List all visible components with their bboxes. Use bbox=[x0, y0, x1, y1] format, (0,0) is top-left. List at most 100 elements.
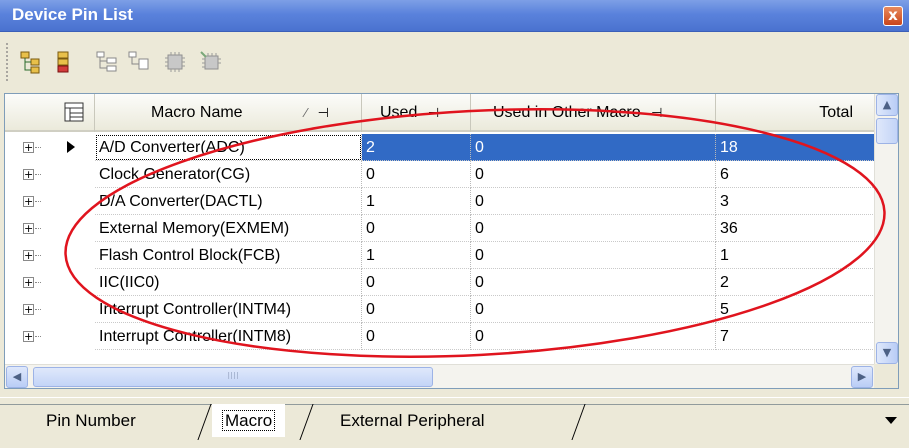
scroll-down-button[interactable]: ▼ bbox=[876, 342, 898, 364]
tree-connector bbox=[35, 228, 41, 229]
cell-other[interactable]: 0 bbox=[471, 161, 716, 188]
cell-total[interactable]: 5 bbox=[716, 296, 875, 323]
tree-connector bbox=[35, 309, 41, 310]
tree-connector bbox=[35, 255, 41, 256]
cell-name[interactable]: IIC(IIC0) bbox=[95, 269, 362, 296]
cell-other[interactable]: 0 bbox=[471, 134, 716, 161]
chip-all-button[interactable] bbox=[196, 47, 226, 77]
column-chooser-icon bbox=[64, 102, 84, 122]
cell-used[interactable]: 0 bbox=[362, 296, 471, 323]
table-row[interactable]: + IIC(IIC0) 0 0 2 bbox=[5, 269, 875, 296]
tree-connector bbox=[35, 336, 41, 337]
cell-used[interactable]: 0 bbox=[362, 215, 471, 242]
table-row[interactable]: + Flash Control Block(FCB) 1 0 1 bbox=[5, 242, 875, 269]
tab-pin-number-label: Pin Number bbox=[46, 411, 136, 430]
collapse-tree-button[interactable] bbox=[48, 47, 78, 77]
tab-separator bbox=[571, 404, 586, 440]
macro-grid: Macro Name ⁄ ⊣ Used ⊣ Used in Other Macr… bbox=[4, 93, 899, 389]
expand-icon[interactable]: + bbox=[23, 142, 34, 153]
collapse-tree-icon bbox=[57, 51, 69, 73]
tree-detail-button[interactable] bbox=[124, 47, 154, 77]
table-row[interactable]: + Interrupt Controller(INTM8) 0 0 7 bbox=[5, 323, 875, 350]
device-pin-list-window: Device Pin List x Macro Name ⁄ ⊣ Used ⊣ … bbox=[0, 0, 909, 448]
cell-name[interactable]: Interrupt Controller(INTM8) bbox=[95, 323, 362, 350]
cell-used[interactable]: 0 bbox=[362, 161, 471, 188]
cell-used[interactable]: 0 bbox=[362, 323, 471, 350]
horizontal-scroll-thumb[interactable]: IIII bbox=[33, 367, 433, 387]
tab-list-dropdown-icon[interactable] bbox=[885, 417, 897, 424]
expand-tree-icon bbox=[20, 51, 40, 74]
cell-used[interactable]: 0 bbox=[362, 269, 471, 296]
cell-name[interactable]: Clock Generator(CG) bbox=[95, 161, 362, 188]
cell-total[interactable]: 1 bbox=[716, 242, 875, 269]
cell-total[interactable]: 6 bbox=[716, 161, 875, 188]
column-header-total[interactable]: Total bbox=[716, 94, 875, 132]
expand-icon[interactable]: + bbox=[23, 331, 34, 342]
cell-other[interactable]: 0 bbox=[471, 269, 716, 296]
tab-separator bbox=[197, 404, 212, 440]
cell-other[interactable]: 0 bbox=[471, 323, 716, 350]
scroll-right-button[interactable]: ▶ bbox=[851, 366, 873, 388]
horizontal-scrollbar[interactable]: ◀ IIII ▶ bbox=[5, 364, 875, 388]
column-header-macro-name[interactable]: Macro Name ⁄ ⊣ bbox=[95, 94, 362, 132]
expand-tree-button[interactable] bbox=[16, 47, 46, 77]
pin-icon[interactable]: ⊣ bbox=[318, 94, 329, 132]
cell-used[interactable]: 1 bbox=[362, 242, 471, 269]
expand-icon[interactable]: + bbox=[23, 196, 34, 207]
cell-total[interactable]: 36 bbox=[716, 215, 875, 242]
current-row-indicator-icon bbox=[67, 141, 75, 153]
cell-other[interactable]: 0 bbox=[471, 242, 716, 269]
cell-total[interactable]: 7 bbox=[716, 323, 875, 350]
table-row[interactable]: + Interrupt Controller(INTM4) 0 0 5 bbox=[5, 296, 875, 323]
cell-total[interactable]: 18 bbox=[716, 134, 875, 161]
table-row[interactable]: + External Memory(EXMEM) 0 0 36 bbox=[5, 215, 875, 242]
tab-external-peripheral[interactable]: External Peripheral bbox=[330, 404, 495, 437]
tree-connector bbox=[35, 282, 41, 283]
scrollbar-corner bbox=[874, 364, 898, 388]
tree-view-button[interactable] bbox=[92, 47, 122, 77]
vertical-scroll-thumb[interactable] bbox=[876, 118, 898, 144]
tab-external-peripheral-label: External Peripheral bbox=[340, 411, 485, 430]
cell-used[interactable]: 2 bbox=[362, 134, 471, 161]
cell-other[interactable]: 0 bbox=[471, 215, 716, 242]
cell-name[interactable]: Flash Control Block(FCB) bbox=[95, 242, 362, 269]
tree-connector bbox=[35, 201, 41, 202]
expand-icon[interactable]: + bbox=[23, 250, 34, 261]
tab-macro[interactable]: Macro bbox=[212, 404, 286, 437]
scroll-up-button[interactable]: ▲ bbox=[876, 94, 898, 116]
expand-icon[interactable]: + bbox=[23, 304, 34, 315]
cell-total[interactable]: 2 bbox=[716, 269, 875, 296]
pin-icon[interactable]: ⊣ bbox=[651, 94, 662, 132]
column-header-used[interactable]: Used ⊣ bbox=[362, 94, 471, 132]
expand-icon[interactable]: + bbox=[23, 223, 34, 234]
tree-connector bbox=[35, 174, 41, 175]
grid-header: Macro Name ⁄ ⊣ Used ⊣ Used in Other Macr… bbox=[5, 94, 875, 132]
cell-other[interactable]: 0 bbox=[471, 188, 716, 215]
cell-name[interactable]: A/D Converter(ADC) bbox=[95, 134, 362, 161]
used-in-other-macro-header-label: Used in Other Macro bbox=[493, 104, 641, 121]
column-chooser-button[interactable] bbox=[60, 94, 95, 132]
cell-total[interactable]: 3 bbox=[716, 188, 875, 215]
pin-icon[interactable]: ⊣ bbox=[428, 94, 439, 132]
cell-used[interactable]: 1 bbox=[362, 188, 471, 215]
chip-all-icon bbox=[200, 51, 221, 70]
cell-name[interactable]: External Memory(EXMEM) bbox=[95, 215, 362, 242]
column-header-used-in-other-macro[interactable]: Used in Other Macro ⊣ bbox=[471, 94, 716, 132]
tab-pin-number[interactable]: Pin Number bbox=[36, 404, 146, 437]
scroll-left-button[interactable]: ◀ bbox=[6, 366, 28, 388]
toolbar-grip[interactable] bbox=[6, 43, 10, 81]
table-row[interactable]: + A/D Converter(ADC) 2 0 18 bbox=[5, 134, 875, 161]
expand-icon[interactable]: + bbox=[23, 277, 34, 288]
cell-name[interactable]: D/A Converter(DACTL) bbox=[95, 188, 362, 215]
close-button[interactable]: x bbox=[883, 6, 903, 26]
table-row[interactable]: + Clock Generator(CG) 0 0 6 bbox=[5, 161, 875, 188]
row-header-corner bbox=[5, 94, 60, 132]
vertical-scrollbar[interactable]: ▲ ▼ bbox=[874, 94, 898, 364]
cell-other[interactable]: 0 bbox=[471, 296, 716, 323]
expand-icon[interactable]: + bbox=[23, 169, 34, 180]
tab-separator bbox=[299, 404, 314, 440]
chip-button[interactable] bbox=[160, 47, 190, 77]
cell-name[interactable]: Interrupt Controller(INTM4) bbox=[95, 296, 362, 323]
table-row[interactable]: + D/A Converter(DACTL) 1 0 3 bbox=[5, 188, 875, 215]
used-header-label: Used bbox=[380, 104, 418, 121]
